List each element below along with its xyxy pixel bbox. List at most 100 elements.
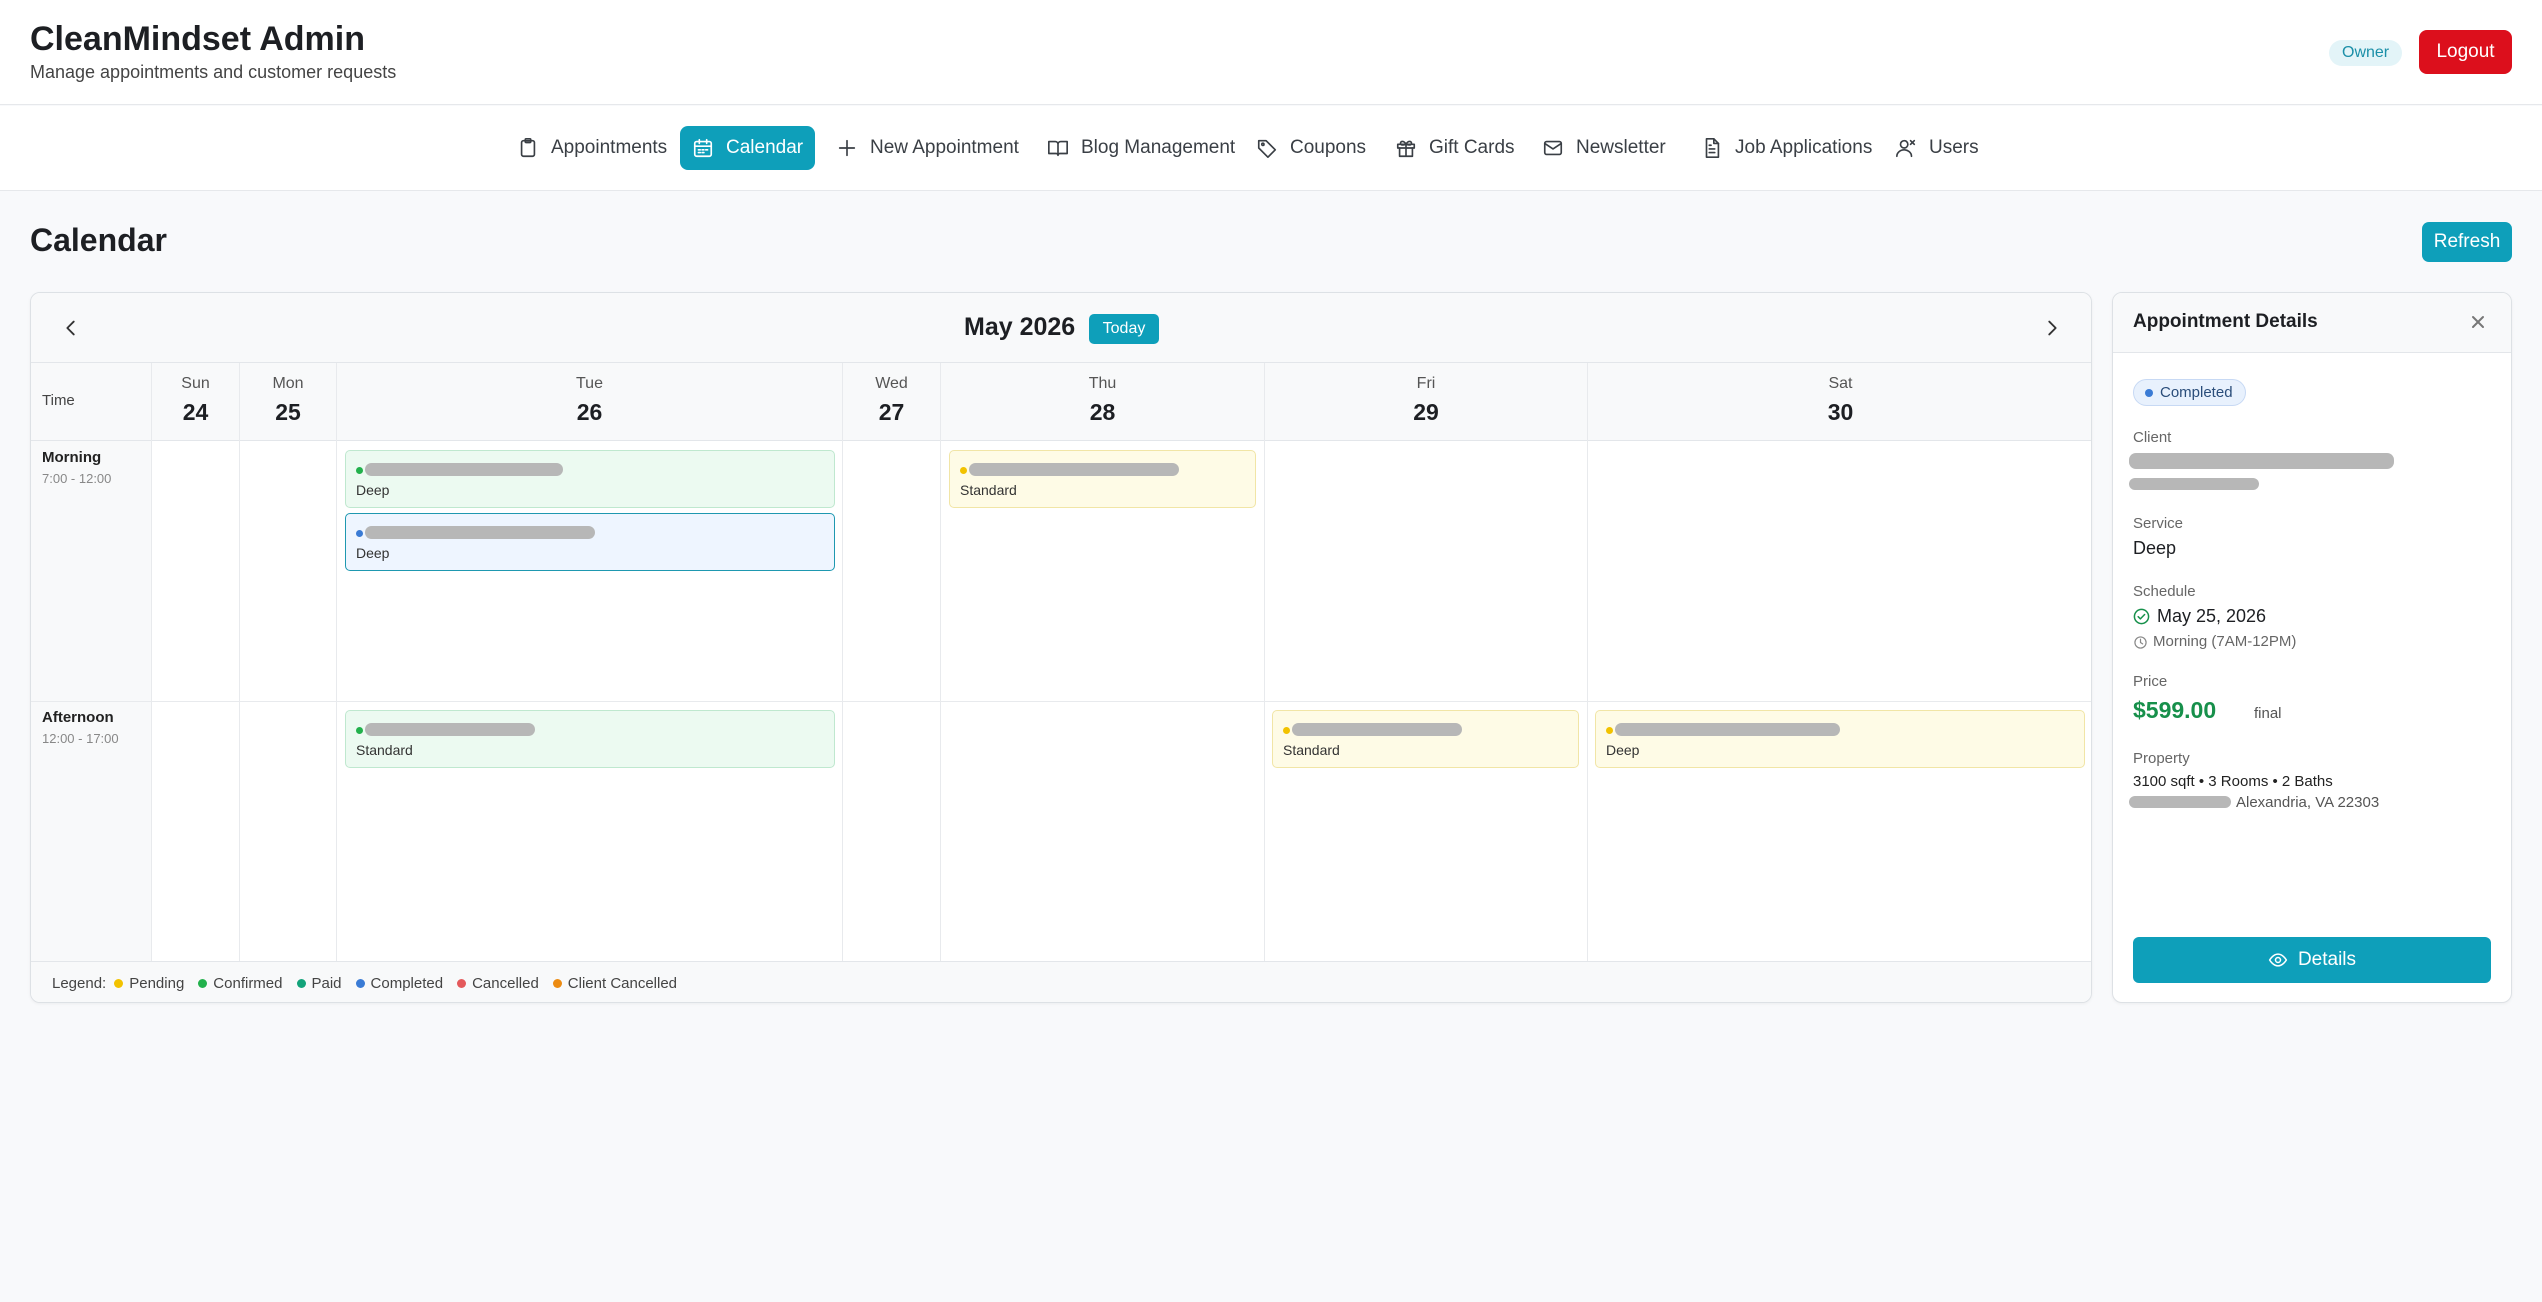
day-number: 28 — [1089, 399, 1116, 425]
day-name: Fri — [1416, 375, 1436, 392]
day-number: 30 — [1827, 399, 1854, 425]
appointment-card-selected[interactable]: Deep — [345, 513, 835, 571]
slot-label-afternoon: Afternoon — [42, 709, 114, 726]
property-label: Property — [2133, 750, 2190, 767]
app-subtitle: Manage appointments and customer request… — [30, 62, 397, 82]
nav-blog-management[interactable]: Blog Management — [1035, 126, 1247, 170]
nav-label: Newsletter — [1576, 137, 1666, 158]
property-address: Alexandria, VA 22303 — [2236, 794, 2380, 811]
nav-users[interactable]: Users — [1883, 126, 1991, 170]
clipboard-icon — [520, 138, 536, 158]
status-dot — [356, 727, 363, 734]
appointment-service: Deep — [1606, 742, 1640, 758]
day-name: Sat — [1828, 375, 1853, 392]
service-label: Service — [2133, 515, 2184, 532]
day-column-mon: Mon 25 — [240, 363, 337, 961]
chevron-left-icon — [66, 320, 75, 336]
legend-item-completed: Completed — [355, 974, 444, 992]
day-header: Wed 27 — [843, 363, 940, 441]
appointment-service: Standard — [356, 742, 413, 758]
nav-gift-cards[interactable]: Gift Cards — [1383, 126, 1527, 170]
check-circle-icon — [2133, 608, 2150, 625]
appointment-card[interactable]: Standard — [1272, 710, 1579, 768]
day-header: Fri 29 — [1265, 363, 1587, 441]
legend-dot — [198, 978, 208, 988]
day-header: Tue 26 — [337, 363, 842, 441]
price-note: final — [2254, 705, 2282, 722]
day-column-sat: Sat 30 — [1588, 363, 2091, 961]
nav-label: Job Applications — [1735, 137, 1873, 158]
appointment-details-panel: Appointment Details Completed Client Ser… — [2112, 292, 2512, 1003]
status-dot — [356, 467, 363, 474]
status-badge: Completed — [2133, 379, 2246, 406]
slot-range-afternoon: 12:00 - 17:00 — [42, 731, 119, 746]
appointment-card[interactable]: Standard — [949, 450, 1256, 508]
legend-label: Cancelled — [472, 974, 539, 992]
client-name-redacted — [969, 463, 1179, 476]
price-value: $599.00 — [2133, 697, 2217, 723]
legend-item-confirmed: Confirmed — [198, 975, 283, 992]
view-details-button[interactable]: Details — [2133, 937, 2491, 983]
client-label: Client — [2133, 429, 2172, 446]
close-icon — [2472, 316, 2484, 328]
client-name-redacted — [365, 463, 563, 476]
nav-appointments[interactable]: Appointments — [505, 126, 679, 170]
details-title: Appointment Details — [2133, 311, 2318, 332]
nav-label: Users — [1929, 137, 1979, 158]
legend-label: Client Cancelled — [567, 974, 678, 992]
slot-label-morning: Morning — [42, 449, 102, 466]
calendar-icon — [693, 138, 713, 158]
schedule-label: Schedule — [2133, 583, 2196, 600]
app-header: CleanMindset Admin Manage appointments a… — [0, 0, 2542, 105]
nav-new-appointment[interactable]: New Appointment — [824, 126, 1031, 170]
appointment-service: Standard — [960, 482, 1017, 498]
legend-label: Completed — [370, 974, 444, 992]
day-name: Sun — [181, 375, 210, 392]
appointment-service: Deep — [356, 482, 390, 498]
day-header: Sat 30 — [1588, 363, 2091, 441]
legend-label: Paid — [311, 974, 342, 992]
status-legend: Legend: Pending Confirmed Paid Completed… — [31, 961, 2091, 1002]
client-name-redacted — [1292, 723, 1462, 736]
calendar-grid: May 2026 Today Time Morning 7:00 - 12:00… — [30, 292, 2092, 1003]
status-dot — [356, 530, 363, 537]
role-badge: Owner — [2329, 40, 2403, 66]
users-icon — [1896, 139, 1916, 158]
street-address-redacted — [2129, 796, 2231, 808]
appointment-card[interactable]: Standard — [345, 710, 835, 768]
book-icon — [1048, 140, 1068, 157]
slot-divider — [31, 701, 2091, 702]
details-header: Appointment Details — [2113, 293, 2511, 353]
time-header: Time — [31, 363, 151, 441]
appointment-card[interactable]: Deep — [345, 450, 835, 508]
refresh-button[interactable]: Refresh — [2422, 222, 2512, 262]
appointment-card[interactable]: Deep — [1595, 710, 2085, 768]
legend-dot — [355, 978, 365, 988]
day-header: Mon 25 — [240, 363, 336, 441]
nav-job-applications[interactable]: Job Applications — [1689, 126, 1884, 170]
logout-button[interactable]: Logout — [2419, 30, 2512, 74]
day-name: Mon — [272, 375, 304, 392]
day-header: Sun 24 — [152, 363, 239, 441]
close-details-button[interactable] — [2465, 309, 2491, 335]
today-button[interactable]: Today — [1089, 314, 1159, 344]
legend-dot — [552, 978, 562, 988]
legend-item-paid: Paid — [296, 974, 342, 992]
appointment-service: Standard — [1283, 742, 1340, 758]
nav-coupons[interactable]: Coupons — [1244, 126, 1378, 170]
client-name-redacted — [365, 723, 535, 736]
property-summary: 3100 sqft • 3 Rooms • 2 Baths — [2133, 773, 2333, 790]
nav-calendar[interactable]: Calendar — [680, 126, 816, 170]
nav-label: Blog Management — [1081, 137, 1236, 158]
next-week-button[interactable] — [2037, 313, 2067, 343]
day-column-sun: Sun 24 — [152, 363, 240, 961]
prev-week-button[interactable] — [56, 313, 86, 343]
status-label: Completed — [2160, 384, 2233, 401]
day-name: Tue — [576, 375, 603, 392]
day-column-wed: Wed 27 — [843, 363, 941, 961]
client-name-redacted — [365, 526, 595, 539]
eye-icon — [2268, 953, 2288, 967]
details-button-label: Details — [2297, 949, 2357, 970]
plus-icon — [838, 139, 856, 157]
nav-newsletter[interactable]: Newsletter — [1530, 126, 1678, 170]
